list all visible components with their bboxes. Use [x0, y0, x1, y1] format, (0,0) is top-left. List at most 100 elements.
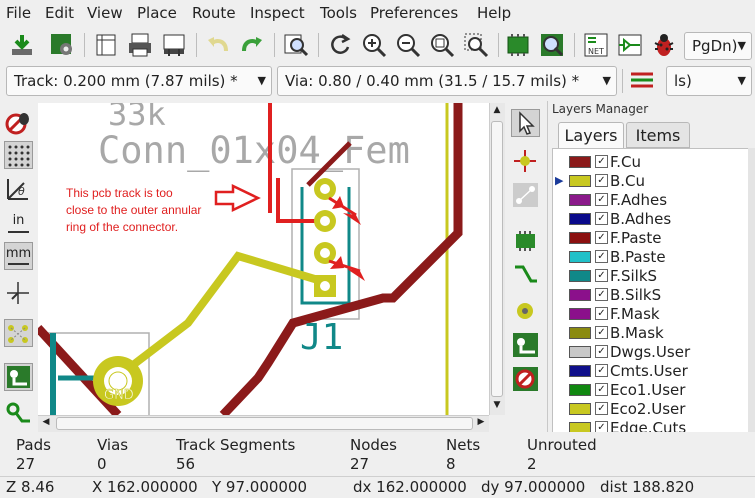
- menu-preferences[interactable]: Preferences: [370, 4, 458, 22]
- layer-visibility-checkbox[interactable]: ✓: [595, 269, 608, 282]
- schematic-icon[interactable]: [616, 31, 644, 59]
- layer-row[interactable]: ✓ B.Adhes: [553, 210, 749, 229]
- menu-tools[interactable]: Tools: [320, 4, 357, 22]
- layer-row[interactable]: ✓ F.Paste: [553, 229, 749, 248]
- scripting-bug-icon[interactable]: [650, 31, 678, 59]
- tab-items[interactable]: Items: [626, 122, 690, 148]
- find-icon[interactable]: [282, 31, 310, 59]
- layer-color-swatch[interactable]: [569, 251, 591, 263]
- refresh-icon[interactable]: [326, 31, 354, 59]
- track-outline-icon[interactable]: [4, 399, 33, 427]
- layer-color-swatch[interactable]: [569, 289, 591, 301]
- netlist-icon[interactable]: NET: [582, 31, 610, 59]
- zoom-select[interactable]: PgDn) ▼: [684, 32, 752, 60]
- via-size-select[interactable]: Via: 0.80 / 0.40 mm (31.5 / 15.7 mils) *…: [277, 66, 617, 96]
- menu-inspect[interactable]: Inspect: [250, 4, 305, 22]
- layer-color-swatch[interactable]: [569, 403, 591, 415]
- footprint-editor-icon[interactable]: [504, 31, 532, 59]
- layer-row[interactable]: ✓ Dwgs.User: [553, 343, 749, 362]
- layer-row[interactable]: ✓ B.Mask: [553, 324, 749, 343]
- layer-color-swatch[interactable]: [569, 156, 591, 168]
- layer-color-swatch[interactable]: [569, 175, 591, 187]
- keepout-area-icon[interactable]: [511, 365, 540, 393]
- menu-file[interactable]: File: [6, 4, 31, 22]
- layer-visibility-checkbox[interactable]: ✓: [595, 402, 608, 415]
- layer-row[interactable]: ✓ Cmts.User: [553, 362, 749, 381]
- layer-row[interactable]: ✓ Eco2.User: [553, 400, 749, 419]
- layer-visibility-checkbox[interactable]: ✓: [595, 250, 608, 263]
- layer-color-swatch[interactable]: [569, 327, 591, 339]
- layer-visibility-checkbox[interactable]: ✓: [595, 307, 608, 320]
- undo-icon[interactable]: [204, 31, 232, 59]
- layer-visibility-checkbox[interactable]: ✓: [595, 231, 608, 244]
- layer-color-swatch[interactable]: [569, 213, 591, 225]
- layer-color-swatch[interactable]: [569, 365, 591, 377]
- add-zone-icon[interactable]: [511, 331, 540, 359]
- horizontal-scroll-thumb[interactable]: [56, 417, 473, 430]
- layer-visibility-checkbox[interactable]: ✓: [595, 288, 608, 301]
- vertical-scroll-thumb[interactable]: [491, 121, 503, 397]
- grid-select[interactable]: ls) ▼: [666, 66, 752, 96]
- scroll-left-icon[interactable]: ◀: [40, 417, 52, 430]
- zoom-in-icon[interactable]: [360, 31, 388, 59]
- units-inch-button[interactable]: in: [4, 209, 33, 237]
- zoom-fit-icon[interactable]: [428, 31, 456, 59]
- zoom-out-icon[interactable]: [394, 31, 422, 59]
- scroll-right-icon[interactable]: ▶: [475, 417, 487, 430]
- layer-visibility-checkbox[interactable]: ✓: [595, 364, 608, 377]
- layer-row[interactable]: ▶ ✓ B.Cu: [553, 172, 749, 191]
- canvas-vertical-scrollbar[interactable]: ▲ ▼: [489, 103, 505, 415]
- footprint-viewer-icon[interactable]: [538, 31, 566, 59]
- layer-color-swatch[interactable]: [569, 308, 591, 320]
- layer-row[interactable]: ✓ Eco1.User: [553, 381, 749, 400]
- grid-toggle-icon[interactable]: [4, 141, 33, 169]
- scroll-down-icon[interactable]: ▼: [491, 400, 503, 412]
- layer-visibility-checkbox[interactable]: ✓: [595, 383, 608, 396]
- select-arrow-icon[interactable]: [511, 109, 540, 137]
- plot-icon[interactable]: [160, 31, 188, 59]
- menu-view[interactable]: View: [87, 4, 123, 22]
- menu-place[interactable]: Place: [137, 4, 177, 22]
- auto-track-width-icon[interactable]: [628, 66, 656, 94]
- menu-edit[interactable]: Edit: [45, 4, 74, 22]
- redo-icon[interactable]: [238, 31, 266, 59]
- canvas-horizontal-scrollbar[interactable]: ◀ ▶: [38, 415, 489, 432]
- layer-color-swatch[interactable]: [569, 384, 591, 396]
- print-icon[interactable]: [126, 31, 154, 59]
- menu-route[interactable]: Route: [192, 4, 236, 22]
- units-mm-button[interactable]: mm: [4, 242, 33, 270]
- scroll-up-icon[interactable]: ▲: [491, 105, 503, 117]
- layer-row[interactable]: ✓ F.Cu: [553, 153, 749, 172]
- layer-color-swatch[interactable]: [569, 346, 591, 358]
- pcb-canvas[interactable]: 33k Conn_01x04_Fem GND J1 This pcb track…: [38, 103, 489, 415]
- layer-visibility-checkbox[interactable]: ✓: [595, 174, 608, 187]
- layer-visibility-checkbox[interactable]: ✓: [595, 345, 608, 358]
- show-zones-icon[interactable]: [4, 363, 33, 391]
- polar-coords-icon[interactable]: θ: [4, 175, 33, 203]
- track-width-select[interactable]: Track: 0.200 mm (7.87 mils) * ▼: [6, 66, 272, 96]
- board-setup-icon[interactable]: [48, 31, 76, 59]
- highlight-net-icon[interactable]: [511, 147, 540, 175]
- layer-row[interactable]: ✓ F.Adhes: [553, 191, 749, 210]
- layer-color-swatch[interactable]: [569, 270, 591, 282]
- layer-visibility-checkbox[interactable]: ✓: [595, 212, 608, 225]
- layer-row[interactable]: ✓ B.SilkS: [553, 286, 749, 305]
- drc-bug-icon[interactable]: [4, 109, 33, 137]
- layer-row[interactable]: ✓ B.Paste: [553, 248, 749, 267]
- zoom-selection-icon[interactable]: [462, 31, 490, 59]
- layer-visibility-checkbox[interactable]: ✓: [595, 155, 608, 168]
- layer-visibility-checkbox[interactable]: ✓: [595, 326, 608, 339]
- cursor-shape-icon[interactable]: [4, 279, 33, 307]
- local-ratsnest-icon[interactable]: [511, 181, 540, 209]
- save-board-icon[interactable]: [8, 31, 36, 59]
- layer-row[interactable]: ✓ F.Mask: [553, 305, 749, 324]
- layer-visibility-checkbox[interactable]: ✓: [595, 193, 608, 206]
- layer-color-swatch[interactable]: [569, 194, 591, 206]
- ratsnest-icon[interactable]: [4, 319, 33, 347]
- add-via-icon[interactable]: [511, 297, 540, 325]
- layer-row[interactable]: ✓ F.SilkS: [553, 267, 749, 286]
- route-track-icon[interactable]: [511, 261, 540, 289]
- menu-help[interactable]: Help: [477, 4, 511, 22]
- tab-layers[interactable]: Layers: [558, 122, 624, 148]
- page-settings-icon[interactable]: [92, 31, 120, 59]
